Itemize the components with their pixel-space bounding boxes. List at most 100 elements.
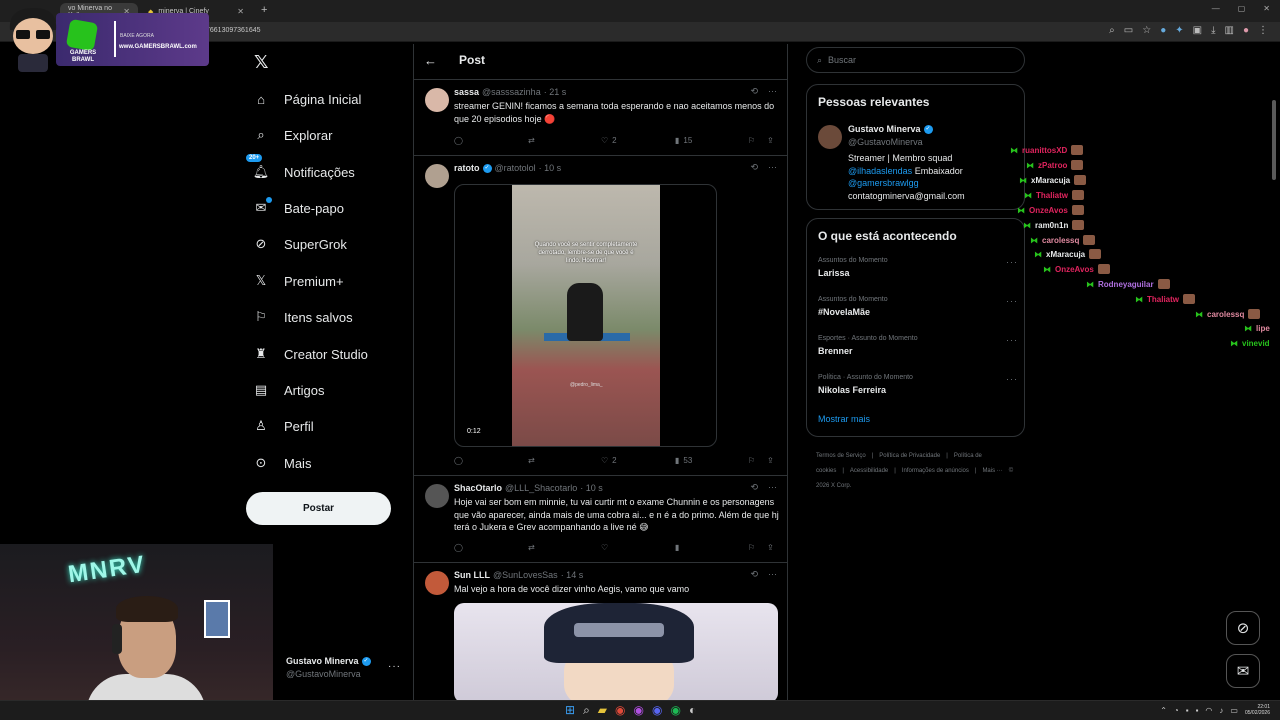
tweet-handle[interactable]: @SunLovesSas	[493, 570, 558, 580]
cast-icon[interactable]: ▭	[1124, 25, 1133, 36]
nav-item-creator-studio[interactable]: ♜ Creator Studio	[252, 342, 368, 366]
trend-item[interactable]: Assuntos do Momento Larissa ···	[818, 257, 1018, 278]
clock[interactable]: 22:01 05/02/2026	[1245, 704, 1270, 716]
share-button[interactable]: ⇪	[767, 136, 774, 145]
bookmark-button[interactable]: ⚐	[748, 543, 755, 552]
reply-button[interactable]: ◯	[454, 543, 463, 552]
search-icon[interactable]: ⌕	[583, 703, 590, 718]
search-input[interactable]: ⌕ Buscar	[806, 47, 1025, 73]
more-icon[interactable]: ···	[768, 569, 777, 580]
avatar[interactable]	[425, 164, 449, 188]
speaker-icon[interactable]: ♪	[1219, 706, 1223, 715]
grok-icon[interactable]: ⟲	[750, 482, 758, 493]
person-handle[interactable]: @GustavoMinerva	[848, 137, 923, 147]
profile-avatar-icon[interactable]: ●	[1243, 25, 1249, 36]
grok-icon[interactable]: ⟲	[750, 162, 758, 173]
app-icon[interactable]: ◐	[689, 703, 696, 718]
like-button[interactable]: ♡ 2	[601, 456, 617, 465]
share-button[interactable]: ⇪	[767, 543, 774, 552]
maximize-icon[interactable]: ▢	[1238, 4, 1246, 13]
like-button[interactable]: ♡	[601, 543, 608, 552]
tweet-author[interactable]: ratoto	[454, 163, 480, 173]
tweet-image[interactable]	[454, 603, 778, 700]
bookmark-button[interactable]: ⚐	[748, 136, 755, 145]
footer-link[interactable]: Informações de anúncios	[902, 468, 969, 474]
footer-link[interactable]: Política de Privacidade	[879, 453, 940, 459]
more-icon[interactable]: ···	[388, 661, 401, 672]
bio-link[interactable]: @ilhadaslendas	[848, 166, 912, 176]
tweet-handle[interactable]: @sasssazinha	[482, 87, 541, 97]
star-icon[interactable]: ☆	[1142, 25, 1151, 36]
avatar[interactable]	[425, 571, 449, 595]
network-icon[interactable]: ◔	[1174, 706, 1179, 715]
spotify-icon[interactable]: ◉	[670, 703, 680, 718]
footer-link[interactable]: Termos de Serviço	[816, 453, 866, 459]
more-icon[interactable]: ···	[768, 162, 777, 173]
more-icon[interactable]: ···	[768, 86, 777, 97]
tweet-author[interactable]: Sun LLL	[454, 570, 490, 580]
repost-button[interactable]: ⇄	[528, 456, 535, 465]
windows-start-icon[interactable]: ⊞	[565, 703, 575, 718]
repost-button[interactable]: ⇄	[528, 136, 535, 145]
messages-fab-button[interactable]: ✉	[1226, 654, 1260, 688]
trend-item[interactable]: Política · Assunto do Momento Nikolas Fer…	[818, 374, 1018, 395]
sidebar-icon[interactable]: ▥	[1225, 25, 1234, 36]
nav-item-premium-[interactable]: 𝕏 Premium+	[252, 269, 344, 293]
download-icon[interactable]: ⤓	[1211, 25, 1215, 36]
nav-item-mais[interactable]: ⊙ Mais	[252, 451, 312, 475]
tweet-handle[interactable]: @ratotolol	[495, 163, 536, 173]
extension-icon[interactable]: ✦	[1175, 25, 1183, 36]
nav-item-perfil[interactable]: ♙ Perfil	[252, 414, 313, 438]
avatar[interactable]	[425, 484, 449, 508]
show-more-link[interactable]: Mostrar mais	[818, 414, 870, 424]
views-button[interactable]: ▮	[675, 543, 679, 552]
reply-button[interactable]: ◯	[454, 456, 463, 465]
post-button[interactable]: Postar	[246, 492, 391, 525]
share-button[interactable]: ⇪	[767, 456, 774, 465]
tweet-video[interactable]: Quando você se sentir completamente derr…	[454, 184, 717, 447]
avatar[interactable]	[425, 88, 449, 112]
more-icon[interactable]: ···	[1006, 296, 1018, 306]
account-switcher[interactable]: Gustavo Minerva ✓ @GustavoMinerva	[286, 656, 371, 679]
trend-item[interactable]: Assuntos do Momento #NovelaMãe ···	[818, 296, 1018, 317]
tray-app-icon[interactable]: ▪	[1196, 706, 1199, 715]
kebab-menu-icon[interactable]: ⋮	[1258, 25, 1268, 36]
close-window-icon[interactable]: ✕	[1263, 4, 1270, 13]
bookmark-button[interactable]: ⚐	[748, 456, 755, 465]
nav-item-notifica-es[interactable]: 🔔︎ 20+ Notificações	[246, 154, 355, 184]
grok-icon[interactable]: ⟲	[750, 569, 758, 580]
minimize-icon[interactable]: —	[1212, 4, 1220, 13]
tweet-handle[interactable]: @LLL_Shacotarlo	[505, 483, 577, 493]
scrollbar[interactable]	[1272, 100, 1276, 180]
person-name[interactable]: Gustavo Minerva	[848, 124, 921, 134]
nav-item-explorar[interactable]: ⌕ Explorar	[252, 123, 332, 147]
new-tab-button[interactable]: +	[261, 4, 267, 16]
more-icon[interactable]: ···	[1006, 335, 1018, 345]
tweet[interactable]: sassa @sasssazinha · 21 s ⟲ ··· streamer …	[414, 80, 787, 156]
nav-item-bate-papo[interactable]: ✉ Bate-papo	[252, 196, 344, 220]
tweet-author[interactable]: sassa	[454, 87, 479, 97]
repost-button[interactable]: ⇄	[528, 543, 535, 552]
nav-item-artigos[interactable]: ▤ Artigos	[252, 378, 325, 402]
grok-icon[interactable]: ⟲	[750, 86, 758, 97]
more-icon[interactable]: ···	[1006, 374, 1018, 384]
trend-item[interactable]: Esportes · Assunto do Momento Brenner ···	[818, 335, 1018, 356]
tweet-author[interactable]: ShacOtarlo	[454, 483, 502, 493]
chevron-up-icon[interactable]: ⌃	[1160, 706, 1167, 715]
zoom-icon[interactable]: ⌕	[1109, 25, 1115, 36]
reply-button[interactable]: ◯	[454, 136, 463, 145]
footer-link[interactable]: Mais ···	[982, 468, 1002, 474]
wifi-icon[interactable]: ◠	[1205, 706, 1212, 715]
url-text[interactable]: 766130973616​45	[206, 27, 261, 34]
puzzle-icon[interactable]: ▣	[1193, 25, 1202, 36]
folder-icon[interactable]: ▰	[598, 703, 607, 718]
close-icon[interactable]: ✕	[237, 7, 244, 16]
nav-item-itens-salvos[interactable]: ⚐ Itens salvos	[252, 305, 352, 329]
more-icon[interactable]: ···	[1006, 257, 1018, 267]
discord-icon[interactable]: ◉	[652, 703, 662, 718]
avatar[interactable]	[818, 125, 842, 149]
battery-icon[interactable]: ▭	[1230, 706, 1238, 715]
like-button[interactable]: ♡ 2	[601, 136, 617, 145]
tray-app-icon[interactable]: ▪	[1186, 706, 1189, 715]
extension-icon[interactable]: ●	[1160, 25, 1166, 36]
